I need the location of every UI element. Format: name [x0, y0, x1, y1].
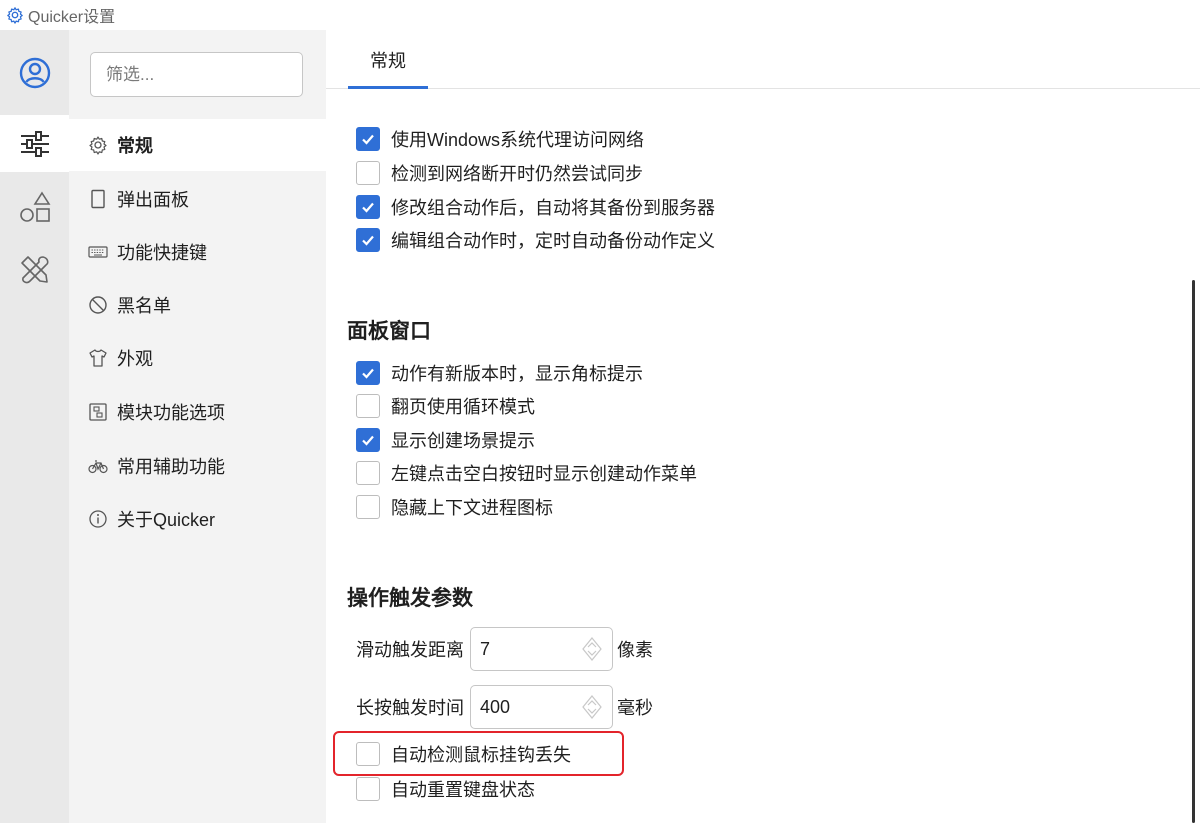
- check-icon: [362, 235, 374, 246]
- rail-settings-button[interactable]: [0, 115, 69, 172]
- settings-nav: 常规 弹出面板 功能快捷键 黑名单 外观 模块功能选项 常用辅助: [69, 30, 326, 823]
- module-icon: [88, 402, 108, 422]
- check-icon: [362, 435, 374, 446]
- option-use-system-proxy[interactable]: 使用Windows系统代理访问网络: [356, 124, 644, 154]
- panel-icon: [88, 189, 108, 209]
- window-title: Quicker设置: [28, 9, 116, 26]
- checkbox-checked[interactable]: [356, 127, 380, 151]
- option-sync-when-offline[interactable]: 检测到网络断开时仍然尝试同步: [356, 158, 643, 188]
- nav-item-label: 关于Quicker: [117, 510, 216, 530]
- rail-tools-button[interactable]: [0, 241, 69, 298]
- longpress-time-label: 长按触发时间: [356, 698, 464, 718]
- option-label: 自动重置键盘状态: [391, 780, 535, 800]
- option-backup-after-edit[interactable]: 修改组合动作后，自动将其备份到服务器: [356, 192, 715, 222]
- option-label: 编辑组合动作时，定时自动备份动作定义: [391, 231, 715, 251]
- left-rail: [0, 30, 69, 823]
- rail-shapes-button[interactable]: [0, 178, 69, 235]
- longpress-time-value: 400: [480, 696, 511, 717]
- user-circle-icon: [19, 57, 50, 88]
- nav-item-label: 弹出面板: [117, 190, 189, 210]
- nav-item-hotkeys[interactable]: 功能快捷键: [69, 226, 326, 278]
- bike-icon: [88, 456, 108, 476]
- option-timed-backup[interactable]: 编辑组合动作时，定时自动备份动作定义: [356, 225, 715, 255]
- option-loop-paging[interactable]: 翻页使用循环模式: [356, 391, 535, 421]
- main-content: 常规 使用Windows系统代理访问网络 检测到网络断开时仍然尝试同步 修改组合…: [326, 30, 1200, 823]
- nav-item-label: 常用辅助功能: [117, 457, 225, 477]
- spinner-icon[interactable]: [582, 695, 602, 719]
- checkbox-checked[interactable]: [356, 228, 380, 252]
- title-bar: Quicker设置: [0, 0, 1200, 30]
- nav-item-appearance[interactable]: 外观: [69, 332, 326, 384]
- tools-icon: [20, 255, 48, 283]
- shirt-icon: [88, 348, 108, 368]
- block-icon: [88, 295, 108, 315]
- tab-label: 常规: [370, 50, 406, 71]
- nav-item-general[interactable]: 常规: [69, 119, 326, 171]
- option-label: 显示创建场景提示: [391, 431, 535, 451]
- section-title-panel: 面板窗口: [347, 320, 431, 343]
- option-label: 翻页使用循环模式: [391, 397, 535, 417]
- nav-item-label: 外观: [117, 349, 153, 369]
- option-detect-mouse-hook-loss[interactable]: 自动检测鼠标挂钩丢失: [356, 739, 571, 769]
- nav-item-popup-panel[interactable]: 弹出面板: [69, 173, 326, 225]
- option-label: 检测到网络断开时仍然尝试同步: [391, 164, 643, 184]
- checkbox-unchecked[interactable]: [356, 461, 380, 485]
- spinner-icon[interactable]: [582, 637, 602, 661]
- tab-bar: 常规: [326, 30, 1200, 89]
- checkbox-checked[interactable]: [356, 195, 380, 219]
- option-label: 左键点击空白按钮时显示创建动作菜单: [391, 464, 697, 484]
- swipe-distance-row: 滑动触发距离 7 像素: [356, 627, 653, 671]
- swipe-distance-label: 滑动触发距离: [356, 640, 464, 660]
- check-icon: [362, 134, 374, 145]
- checkbox-unchecked[interactable]: [356, 495, 380, 519]
- sliders-icon: [20, 130, 49, 157]
- shapes-icon: [19, 191, 50, 222]
- keyboard-icon: [88, 242, 108, 262]
- option-new-version-badge[interactable]: 动作有新版本时，显示角标提示: [356, 358, 643, 388]
- check-icon: [362, 202, 374, 213]
- option-hide-process-icon[interactable]: 隐藏上下文进程图标: [356, 492, 553, 522]
- nav-item-blacklist[interactable]: 黑名单: [69, 279, 326, 331]
- checkbox-checked[interactable]: [356, 361, 380, 385]
- option-label: 动作有新版本时，显示角标提示: [391, 364, 643, 384]
- checkbox-unchecked[interactable]: [356, 777, 380, 801]
- filter-input[interactable]: [90, 52, 303, 97]
- checkbox-unchecked[interactable]: [356, 161, 380, 185]
- longpress-time-row: 长按触发时间 400 毫秒: [356, 685, 653, 729]
- section-title-trigger: 操作触发参数: [347, 587, 473, 610]
- tab-general[interactable]: 常规: [348, 30, 428, 89]
- gear-icon: [6, 6, 24, 24]
- option-label: 自动检测鼠标挂钩丢失: [391, 745, 571, 765]
- option-blank-click-menu[interactable]: 左键点击空白按钮时显示创建动作菜单: [356, 458, 697, 488]
- option-create-scene-hint[interactable]: 显示创建场景提示: [356, 425, 535, 455]
- rail-account-button[interactable]: [0, 44, 69, 101]
- option-label: 使用Windows系统代理访问网络: [391, 130, 645, 150]
- gear-icon: [88, 135, 108, 155]
- nav-item-assist[interactable]: 常用辅助功能: [69, 440, 326, 492]
- info-icon: [88, 509, 108, 529]
- longpress-time-stepper[interactable]: 400: [470, 685, 613, 729]
- vertical-scrollbar[interactable]: [1192, 280, 1195, 823]
- checkbox-unchecked[interactable]: [356, 742, 380, 766]
- tab-underline: [348, 86, 428, 89]
- option-label: 隐藏上下文进程图标: [391, 498, 553, 518]
- checkbox-checked[interactable]: [356, 428, 380, 452]
- swipe-distance-unit: 像素: [617, 640, 653, 660]
- option-reset-keyboard-state[interactable]: 自动重置键盘状态: [356, 774, 535, 804]
- option-label: 修改组合动作后，自动将其备份到服务器: [391, 198, 715, 218]
- nav-item-about[interactable]: 关于Quicker: [69, 493, 326, 545]
- nav-item-label: 功能快捷键: [117, 243, 207, 263]
- nav-item-label: 黑名单: [117, 296, 171, 316]
- longpress-time-unit: 毫秒: [617, 698, 653, 718]
- check-icon: [362, 368, 374, 379]
- nav-item-module-options[interactable]: 模块功能选项: [69, 386, 326, 438]
- checkbox-unchecked[interactable]: [356, 394, 380, 418]
- nav-item-label: 模块功能选项: [117, 403, 225, 423]
- nav-item-label: 常规: [117, 136, 153, 156]
- swipe-distance-stepper[interactable]: 7: [470, 627, 613, 671]
- swipe-distance-value: 7: [480, 638, 491, 659]
